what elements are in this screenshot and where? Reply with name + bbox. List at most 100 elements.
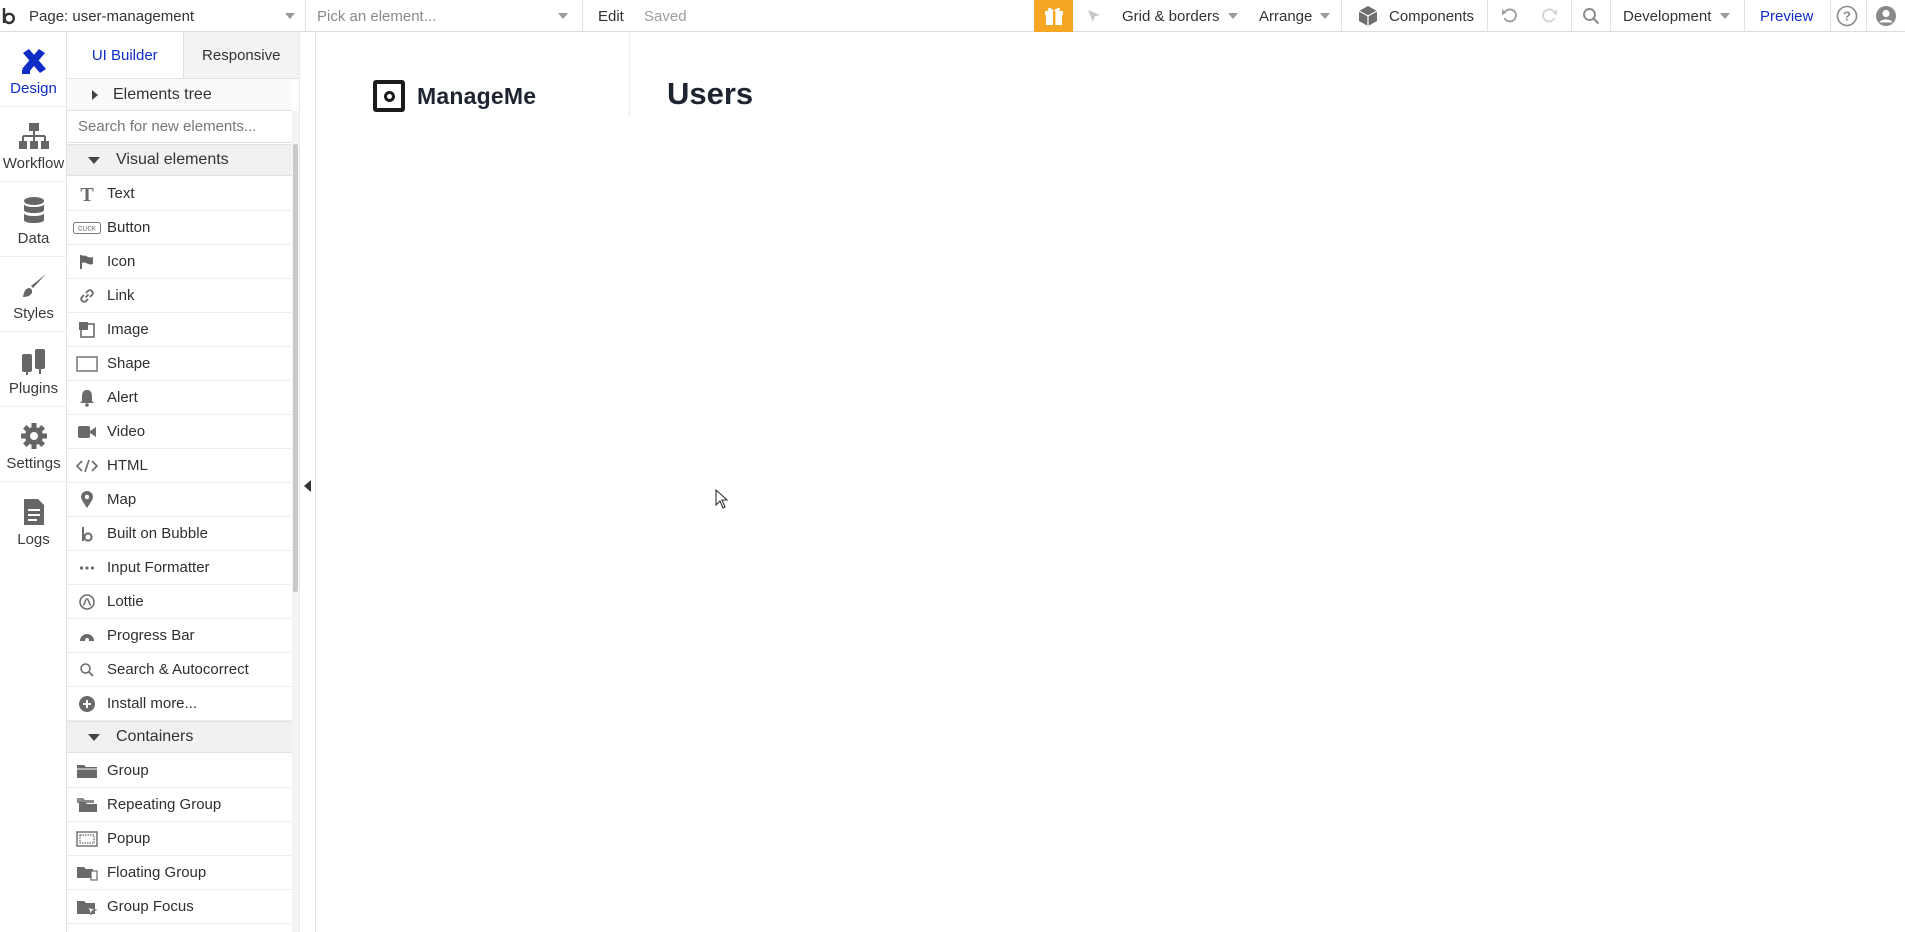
element-picker[interactable]: Pick an element...: [317, 0, 572, 32]
element-html[interactable]: HTML: [67, 449, 292, 483]
element-shape[interactable]: Shape: [67, 347, 292, 381]
element-label: Floating Group: [107, 864, 207, 881]
tab-responsive[interactable]: Responsive: [183, 32, 299, 78]
redo-icon[interactable]: [1538, 0, 1560, 32]
element-image[interactable]: Image: [67, 313, 292, 347]
rail-item-label: Design: [10, 80, 57, 97]
visual-elements-label: Visual elements: [116, 151, 229, 168]
brand-name: ManageMe: [417, 82, 537, 109]
workflow-icon: [18, 123, 49, 149]
folders-icon: [67, 788, 107, 822]
bubble-b-icon: [67, 517, 107, 551]
element-group-focus[interactable]: Group Focus: [67, 890, 292, 924]
element-label: Alert: [107, 389, 138, 406]
element-link[interactable]: Link: [67, 279, 292, 313]
containers-label: Containers: [116, 728, 194, 745]
version-selector[interactable]: Development: [1623, 0, 1731, 32]
element-button[interactable]: CLICK Button: [67, 211, 292, 245]
components-button[interactable]: Components: [1357, 0, 1474, 32]
rail-item-settings[interactable]: Settings: [0, 407, 67, 482]
rectangle-icon: [67, 347, 107, 381]
undo-icon[interactable]: [1499, 0, 1521, 32]
flag-icon: [67, 245, 107, 279]
element-label: Install more...: [107, 695, 198, 712]
plus-circle-icon: [67, 687, 107, 721]
page-selector-label: Page: user-management: [29, 7, 195, 25]
rail-item-data[interactable]: Data: [0, 182, 67, 257]
gift-button[interactable]: [1034, 0, 1073, 32]
design-icon: [21, 49, 46, 74]
progress-icon: [67, 619, 107, 653]
element-built-on-bubble[interactable]: Built on Bubble: [67, 517, 292, 551]
brush-icon: [22, 274, 46, 297]
chevron-down-icon: [1720, 13, 1731, 19]
panel-collapse-strip[interactable]: [299, 32, 316, 932]
rail-item-styles[interactable]: Styles: [0, 257, 67, 332]
arrange-menu[interactable]: Arrange: [1259, 0, 1331, 32]
rail-item-label: Logs: [17, 531, 50, 548]
chevron-down-icon: [1227, 13, 1238, 19]
elements-tree-toggle[interactable]: Elements tree: [67, 79, 292, 111]
rail-item-design[interactable]: Design: [0, 32, 67, 107]
chevron-down-icon: [1320, 13, 1331, 19]
edit-menu[interactable]: Edit: [598, 0, 624, 32]
element-progress-bar[interactable]: Progress Bar: [67, 619, 292, 653]
element-floating-group[interactable]: Floating Group: [67, 856, 292, 890]
link-icon: [67, 279, 107, 313]
chevron-down-icon: [88, 733, 100, 741]
tab-ui-builder[interactable]: UI Builder: [67, 32, 184, 78]
cube-icon: [1358, 6, 1378, 26]
pointer-icon[interactable]: [1083, 0, 1105, 32]
brand[interactable]: ManageMe: [373, 80, 536, 112]
bell-icon: [67, 381, 107, 415]
rail-item-logs[interactable]: Logs: [0, 482, 67, 557]
list-item[interactable]: [67, 924, 292, 932]
chevron-down-icon: [285, 13, 295, 19]
page-title[interactable]: Users: [667, 76, 753, 112]
visual-elements-header[interactable]: Visual elements: [67, 144, 292, 176]
element-group[interactable]: Group: [67, 754, 292, 788]
element-popup[interactable]: Popup: [67, 822, 292, 856]
element-search-input[interactable]: [67, 111, 292, 142]
rail-item-workflow[interactable]: Workflow: [0, 107, 67, 182]
element-label: Lottie: [107, 593, 144, 610]
gift-icon: [1044, 7, 1063, 25]
containers-header[interactable]: Containers: [67, 721, 292, 753]
rail-item-label: Data: [17, 230, 50, 247]
element-alert[interactable]: Alert: [67, 381, 292, 415]
preview-link[interactable]: Preview: [1760, 0, 1813, 32]
search-icon: [67, 653, 107, 687]
element-label: Image: [107, 321, 149, 338]
element-label: Video: [107, 423, 146, 440]
panel-scrollbar-thumb[interactable]: [293, 144, 298, 592]
popup-icon: [67, 822, 107, 856]
element-repeating-group[interactable]: Repeating Group: [67, 788, 292, 822]
page-selector[interactable]: Page: user-management: [29, 0, 299, 32]
video-icon: [67, 415, 107, 449]
svg-text:CLICK: CLICK: [78, 226, 96, 232]
rail-item-plugins[interactable]: Plugins: [0, 332, 67, 407]
element-input-formatter[interactable]: Input Formatter: [67, 551, 292, 585]
bubble-logo-icon[interactable]: [0, 0, 18, 32]
chevron-right-icon: [92, 89, 98, 100]
rail-item-label: Styles: [13, 305, 54, 322]
element-text[interactable]: T Text: [67, 177, 292, 211]
element-label: Popup: [107, 830, 151, 847]
element-label: Shape: [107, 355, 151, 372]
collapse-left-icon[interactable]: [304, 480, 311, 492]
design-canvas[interactable]: ManageMe Users: [317, 32, 1905, 932]
image-icon: [67, 313, 107, 347]
element-install-more[interactable]: Install more...: [67, 687, 292, 721]
element-map[interactable]: Map: [67, 483, 292, 517]
grid-borders-menu[interactable]: Grid & borders: [1122, 0, 1238, 32]
search-icon[interactable]: [1579, 0, 1603, 32]
element-label: Group: [107, 762, 149, 779]
help-icon[interactable]: ?: [1835, 0, 1859, 32]
element-icon[interactable]: Icon: [67, 245, 292, 279]
element-lottie[interactable]: Lottie: [67, 585, 292, 619]
svg-text:?: ?: [1843, 9, 1851, 24]
element-search-autocorrect[interactable]: Search & Autocorrect: [67, 653, 292, 687]
element-video[interactable]: Video: [67, 415, 292, 449]
element-label: Repeating Group: [107, 796, 222, 813]
account-icon[interactable]: [1874, 0, 1898, 32]
